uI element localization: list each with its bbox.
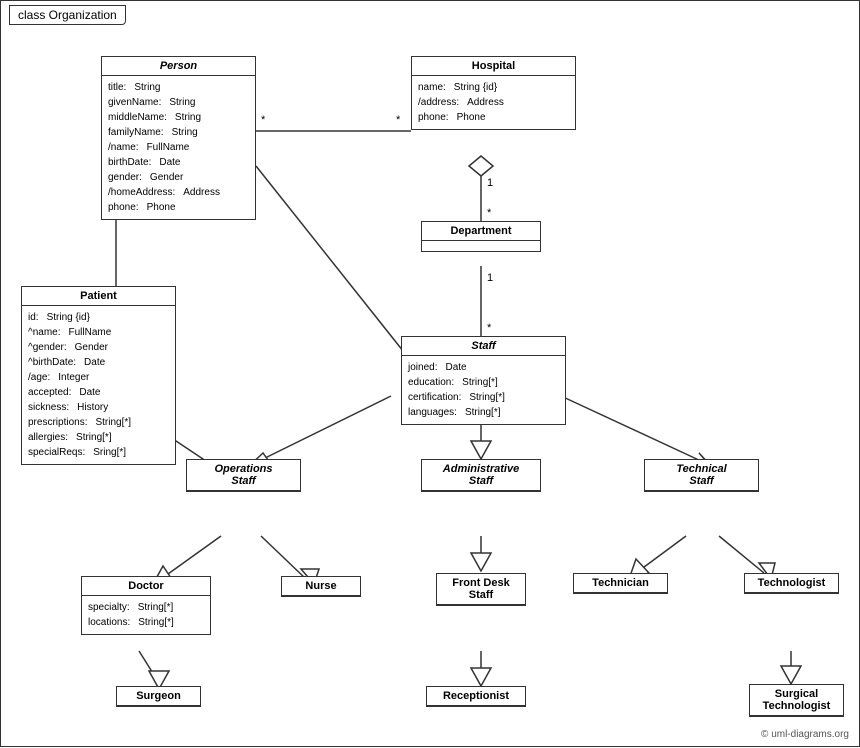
front-desk-staff-title: Front DeskStaff [437,574,525,605]
department-class: Department [421,221,541,252]
svg-text:1: 1 [487,177,493,189]
doctor-attrs: specialty:String[*] locations:String[*] [82,596,210,634]
nurse-class: Nurse [281,576,361,597]
receptionist-title: Receptionist [427,687,525,706]
patient-class: Patient id:String {id} ^name:FullName ^g… [21,286,176,465]
department-title: Department [422,222,540,241]
front-desk-staff-class: Front DeskStaff [436,573,526,606]
person-title: Person [102,57,255,76]
staff-attrs: joined:Date education:String[*] certific… [402,356,565,424]
surgeon-title: Surgeon [117,687,200,706]
doctor-title: Doctor [82,577,210,596]
surgical-technologist-title: SurgicalTechnologist [750,685,843,716]
technologist-class: Technologist [744,573,839,594]
hospital-title: Hospital [412,57,575,76]
diagram-title: class Organization [9,5,126,25]
diagram-container: class Organization * * 1 * 1 * * * [0,0,860,747]
technical-staff-class: TechnicalStaff [644,459,759,492]
svg-text:*: * [396,114,401,126]
staff-class: Staff joined:Date education:String[*] ce… [401,336,566,425]
technician-title: Technician [574,574,667,593]
administrative-staff-class: AdministrativeStaff [421,459,541,492]
surgical-technologist-class: SurgicalTechnologist [749,684,844,717]
operations-staff-title: OperationsStaff [187,460,300,491]
department-attrs [422,241,540,251]
administrative-staff-title: AdministrativeStaff [422,460,540,491]
patient-attrs: id:String {id} ^name:FullName ^gender:Ge… [22,306,175,464]
svg-text:1: 1 [487,272,493,284]
person-attrs: title:String givenName:String middleName… [102,76,255,219]
hospital-attrs: name:String {id} /address:Address phone:… [412,76,575,129]
patient-title: Patient [22,287,175,306]
operations-staff-class: OperationsStaff [186,459,301,492]
technical-staff-title: TechnicalStaff [645,460,758,491]
nurse-title: Nurse [282,577,360,596]
person-class: Person title:String givenName:String mid… [101,56,256,220]
receptionist-class: Receptionist [426,686,526,707]
technologist-title: Technologist [745,574,838,593]
hospital-class: Hospital name:String {id} /address:Addre… [411,56,576,130]
staff-title: Staff [402,337,565,356]
svg-text:*: * [487,322,492,334]
svg-text:*: * [487,207,492,219]
svg-text:*: * [261,114,266,126]
technician-class: Technician [573,573,668,594]
copyright: © uml-diagrams.org [761,729,849,740]
surgeon-class: Surgeon [116,686,201,707]
doctor-class: Doctor specialty:String[*] locations:Str… [81,576,211,635]
